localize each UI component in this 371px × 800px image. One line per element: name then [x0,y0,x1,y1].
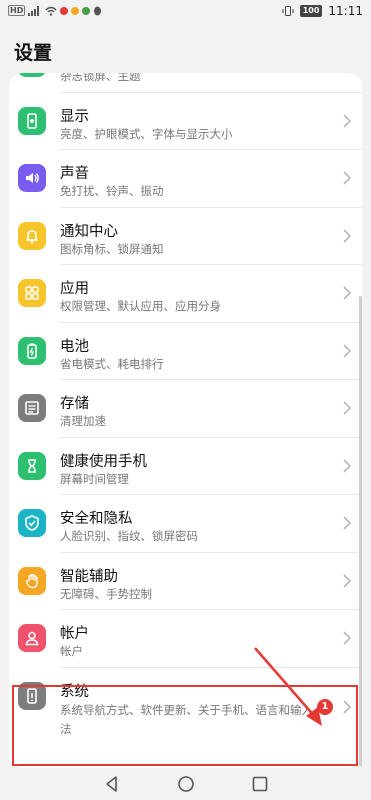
settings-item-title: 存储 [60,396,89,412]
chevron-right-icon [343,699,352,714]
chevron-right-icon [343,171,352,185]
display-icon [18,106,46,135]
speaker-icon [18,164,46,192]
settings-item-apps[interactable]: 应用权限管理、默认应用、应用分身 [9,265,362,323]
status-right: 100 11:11 [282,4,363,18]
battery-icon [18,336,46,365]
signal-icon [28,5,40,16]
status-bar: HD 100 11:11 [0,0,371,24]
hd-chip: HD [8,5,26,16]
chevron-right-icon [343,516,352,530]
bird-icon [94,6,102,15]
person-icon [18,624,46,652]
settings-item-subtitle: 人脸识别、指纹、锁屏密码 [60,529,198,543]
settings-item-subtitle: 杂志锁屏、主题 [60,73,141,83]
wifi-icon [45,6,57,16]
settings-item-display[interactable]: 显示 亮度、护眼模式、字体与显示大小 [9,93,362,150]
settings-item-sound[interactable]: 声音免打扰、铃声、振动 [9,150,362,208]
settings-item-title: 系统 [60,683,89,700]
home-icon[interactable] [177,775,195,793]
app-notification-dot [60,6,69,15]
chevron-right-icon [343,286,352,300]
vibrate-icon [282,6,294,16]
settings-item-accessibility[interactable]: 智能辅助 无障碍、手势控制 [9,553,362,610]
shield-icon [18,509,46,537]
settings-item-title: 声音 [60,166,89,182]
hand-icon [18,566,46,595]
navigation-bar [0,768,371,800]
settings-item-title: 通知中心 [60,223,118,240]
settings-item-system[interactable]: 系统系统导航方式、软件更新、关于手机、语言和输入法 1 [9,668,362,744]
status-left: HD [8,5,102,16]
settings-item-security[interactable]: 安全和隐私人脸识别、指纹、锁屏密码 [9,495,362,553]
back-icon[interactable] [103,775,121,793]
app-notification-dot [82,6,91,15]
settings-item-notify[interactable]: 通知中心 图标角标、锁屏通知 [9,208,362,265]
update-badge: 1 [317,698,333,715]
settings-item-subtitle: 帐户 [60,644,83,658]
storage-icon [18,394,46,422]
settings-item-title: 健康使用手机 [60,453,147,470]
settings-item-title: 安全和隐私 [60,511,133,527]
settings-item-subtitle: 免打扰、铃声、振动 [60,184,164,198]
chevron-right-icon [343,458,352,473]
chevron-right-icon [343,573,352,588]
chevron-right-icon [343,228,352,243]
settings-item-battery[interactable]: 电池 省电模式、耗电排行 [9,323,362,380]
theme-icon [18,73,46,77]
hourglass-icon [18,451,46,480]
recents-icon[interactable] [251,775,269,793]
settings-item-health[interactable]: 健康使用手机 屏幕时间管理 [9,438,362,495]
scrollbar[interactable] [359,296,362,766]
app-notification-dot [71,6,80,15]
settings-item-title: 应用 [60,281,89,297]
bell-icon [18,221,46,250]
settings-item-account[interactable]: 帐户 帐户 [9,610,362,668]
clock: 11:11 [328,4,363,18]
settings-item-title: 智能辅助 [60,568,118,585]
settings-item-theme[interactable]: 杂志锁屏、主题 [9,73,362,93]
settings-item-subtitle: 清理加速 [60,414,106,428]
apps-grid-icon [18,279,46,307]
settings-item-title: 帐户 [60,626,89,642]
chevron-right-icon [343,631,352,645]
chevron-right-icon [343,401,352,415]
chevron-right-icon [343,113,352,128]
settings-item-subtitle: 无障碍、手势控制 [60,586,152,601]
settings-list-card: 杂志锁屏、主题 显示 亮度、护眼模式、字体与显示大小 声音 免打扰、铃声、振动 通知中心图… [9,73,362,768]
settings-item-storage[interactable]: 存储 清理加速 [9,380,362,438]
battery-level: 100 [299,5,323,17]
settings-item-title: 电池 [60,338,89,355]
phone-system-icon [18,681,46,710]
settings-item-subtitle: 省电模式、耗电排行 [60,356,164,371]
settings-item-subtitle: 系统导航方式、软件更新、关于手机、语言和输入法 [60,702,313,736]
settings-item-subtitle: 权限管理、默认应用、应用分身 [60,299,221,313]
chevron-right-icon [343,343,352,358]
settings-item-subtitle: 屏幕时间管理 [60,471,129,486]
settings-list: 杂志锁屏、主题 显示 亮度、护眼模式、字体与显示大小 声音 免打扰、铃声、振动 通知中心图… [9,73,362,744]
settings-item-subtitle: 图标角标、锁屏通知 [60,241,164,256]
settings-item-title: 显示 [60,108,89,125]
settings-item-subtitle: 亮度、护眼模式、字体与显示大小 [60,126,233,141]
page-title: 设置 [14,42,53,64]
